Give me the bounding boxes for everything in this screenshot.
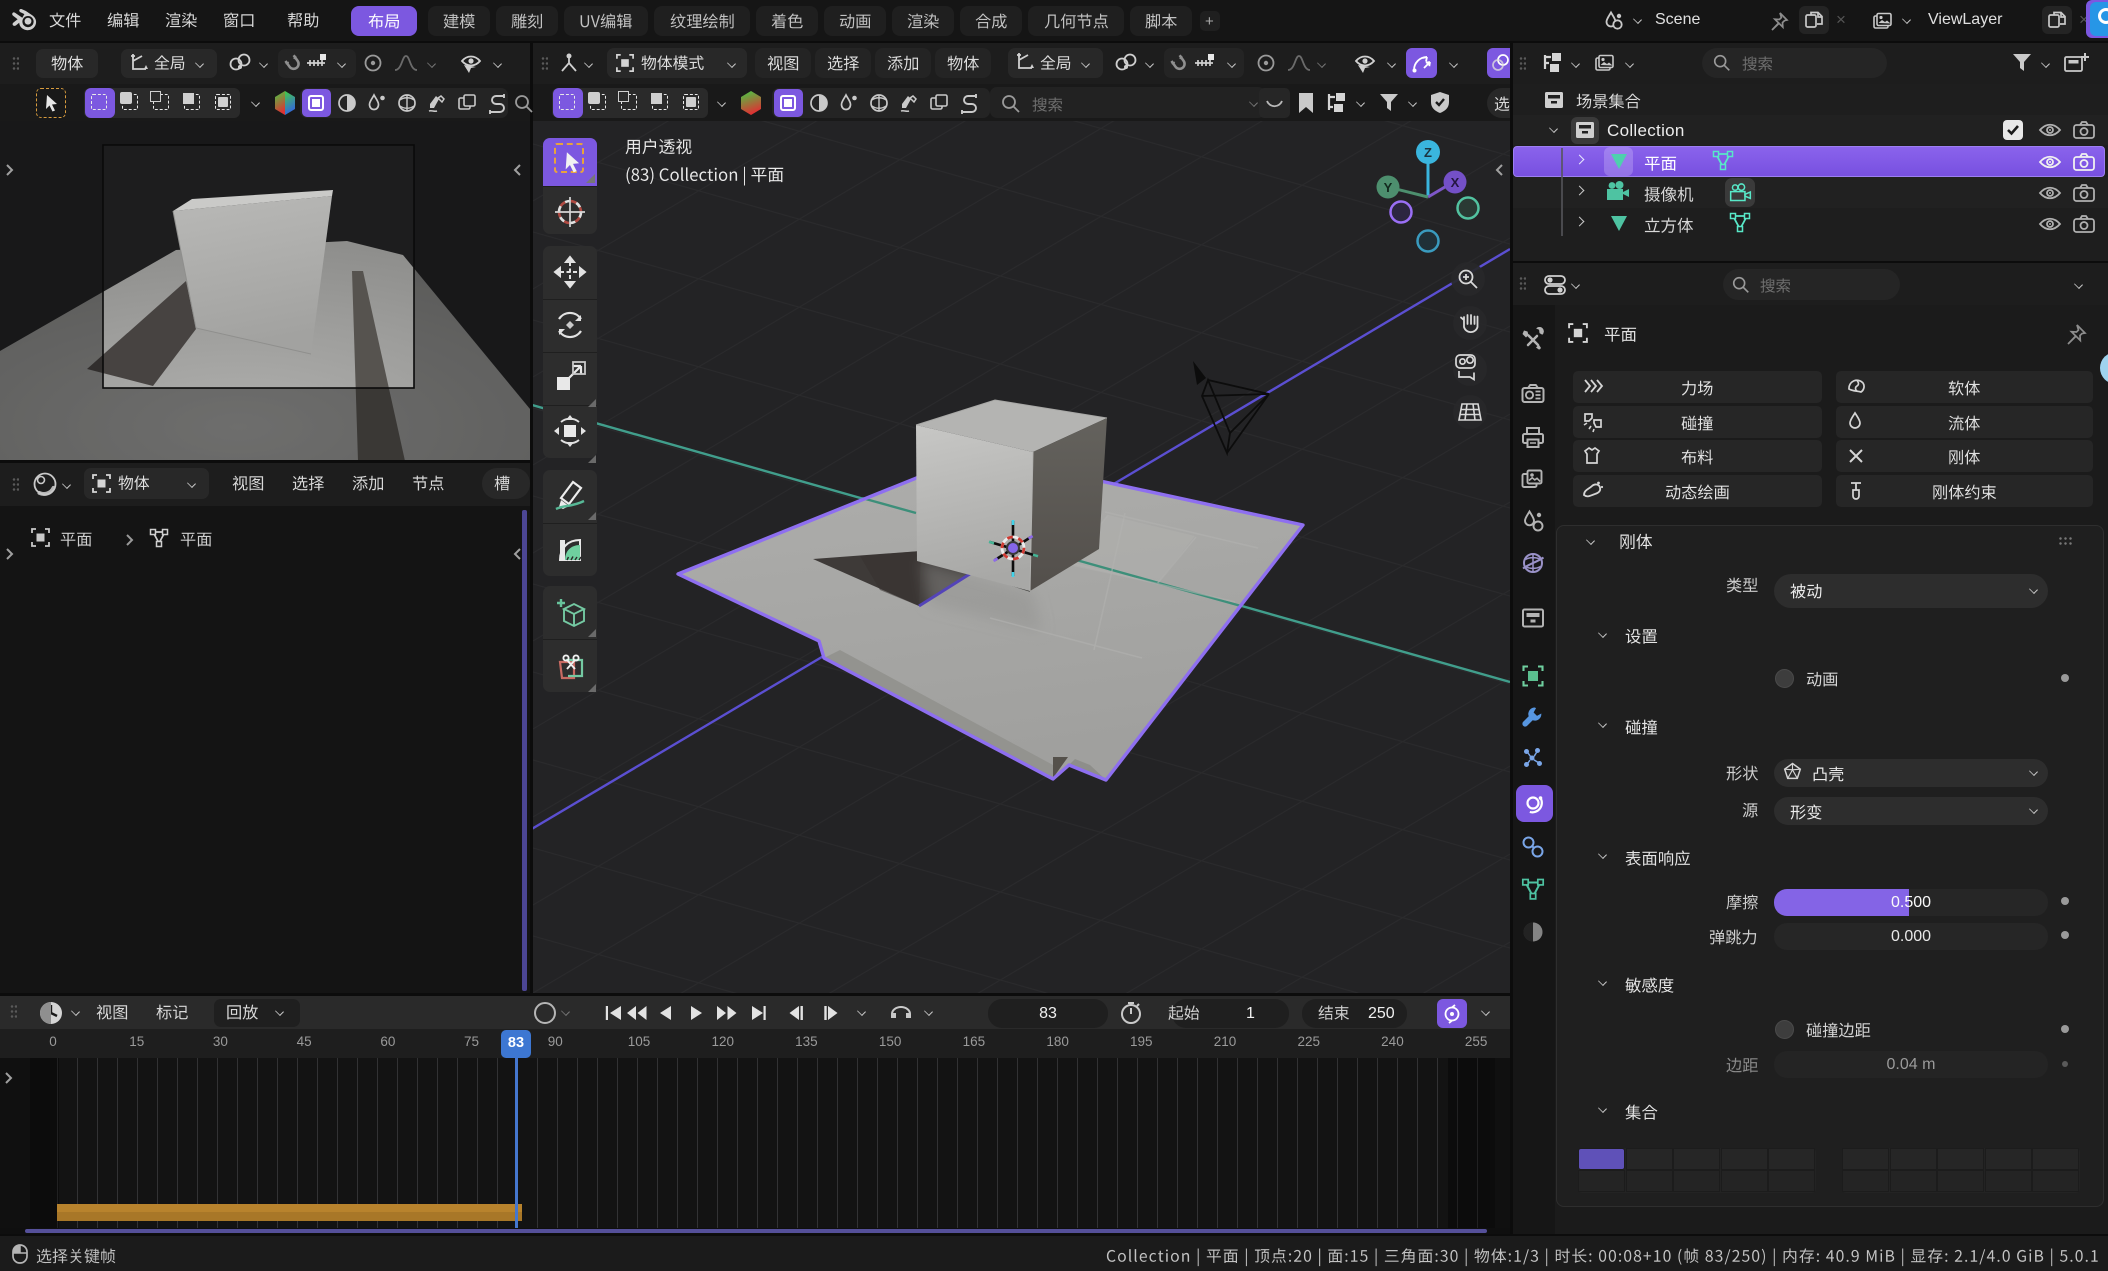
svg-text:X: X — [1451, 175, 1460, 190]
svg-text:Z: Z — [1424, 145, 1432, 160]
svg-text:Y: Y — [1384, 180, 1393, 195]
